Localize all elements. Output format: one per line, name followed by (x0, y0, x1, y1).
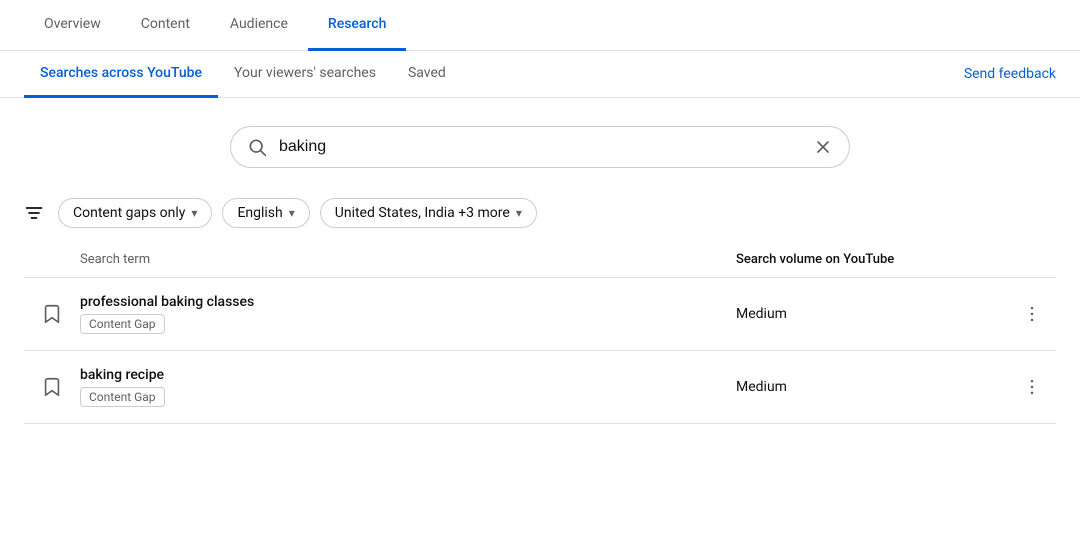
filter-language[interactable]: English ▾ (222, 198, 309, 228)
row-content-0: professional baking classes Content Gap (80, 294, 728, 334)
tab-overview[interactable]: Overview (24, 0, 121, 51)
more-options-button-0[interactable] (1008, 304, 1056, 324)
search-box (230, 126, 850, 168)
subtab-saved[interactable]: Saved (392, 51, 462, 98)
more-options-button-1[interactable] (1008, 377, 1056, 397)
content-gap-badge-1: Content Gap (80, 387, 165, 407)
header-search-term: Search term (80, 252, 728, 267)
table-row: professional baking classes Content Gap … (24, 278, 1056, 351)
filter-row: Content gaps only ▾ English ▾ United Sta… (0, 188, 1080, 244)
filter-region-label: United States, India +3 more (335, 205, 510, 221)
table-header: Search term Search volume on YouTube (24, 244, 1056, 278)
filter-language-label: English (237, 205, 282, 221)
tab-research[interactable]: Research (308, 0, 406, 51)
row-volume-1: Medium (728, 379, 1008, 395)
row-content-1: baking recipe Content Gap (80, 367, 728, 407)
filter-content-gaps[interactable]: Content gaps only ▾ (58, 198, 212, 228)
filter-icon-button[interactable] (24, 203, 44, 223)
header-search-volume: Search volume on YouTube (728, 252, 1008, 267)
sub-nav: Searches across YouTube Your viewers' se… (0, 51, 1080, 98)
row-volume-0: Medium (728, 306, 1008, 322)
row-title-0: professional baking classes (80, 294, 728, 310)
search-icon (247, 137, 267, 157)
clear-search-icon[interactable] (813, 137, 833, 157)
bookmark-button-1[interactable] (24, 376, 80, 398)
chevron-down-icon: ▾ (289, 206, 295, 220)
filter-content-gaps-label: Content gaps only (73, 205, 185, 221)
subtab-searches-across-youtube[interactable]: Searches across YouTube (24, 51, 218, 98)
content-gap-badge-0: Content Gap (80, 314, 165, 334)
tab-audience[interactable]: Audience (210, 0, 308, 51)
filter-region[interactable]: United States, India +3 more ▾ (320, 198, 537, 228)
bookmark-button-0[interactable] (24, 303, 80, 325)
top-nav: Overview Content Audience Research (0, 0, 1080, 51)
tab-content[interactable]: Content (121, 0, 210, 51)
row-title-1: baking recipe (80, 367, 728, 383)
search-area (0, 98, 1080, 188)
send-feedback-button[interactable]: Send feedback (964, 58, 1056, 90)
search-input[interactable] (279, 138, 813, 156)
table-row: baking recipe Content Gap Medium (24, 351, 1056, 424)
subtab-viewers-searches[interactable]: Your viewers' searches (218, 51, 392, 98)
chevron-down-icon: ▾ (191, 206, 197, 220)
results-table: Search term Search volume on YouTube pro… (0, 244, 1080, 424)
chevron-down-icon: ▾ (516, 206, 522, 220)
